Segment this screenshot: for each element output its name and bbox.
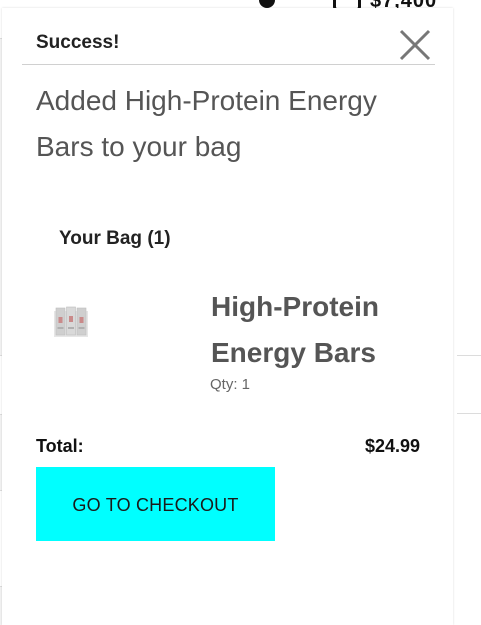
close-icon (399, 29, 431, 61)
go-to-checkout-button[interactable]: GO TO CHECKOUT (36, 467, 275, 541)
total-value: $24.99 (364, 436, 420, 456)
modal-title: Success! (36, 32, 120, 53)
modal-header: Success! (22, 24, 435, 65)
energy-bars-thumbnail (54, 306, 88, 337)
background-divider (457, 355, 481, 356)
total-label: Total: (36, 436, 84, 456)
product-quantity: Qty: 1 (210, 376, 250, 393)
background-divider (457, 413, 481, 414)
product-name[interactable]: High-Protein Energy Bars (211, 284, 431, 376)
product-thumbnail[interactable] (52, 305, 90, 339)
account-icon (259, 0, 275, 8)
quantity-label: Qty: (210, 376, 242, 393)
close-button[interactable] (398, 28, 432, 62)
add-to-bag-modal: Success! Added High-Protein Energy Bars … (2, 8, 453, 625)
background-edge (453, 0, 481, 625)
bag-heading: Your Bag (1) (59, 228, 171, 249)
success-message: Added High-Protein Energy Bars to your b… (36, 85, 377, 162)
quantity-value: 1 (241, 376, 251, 393)
